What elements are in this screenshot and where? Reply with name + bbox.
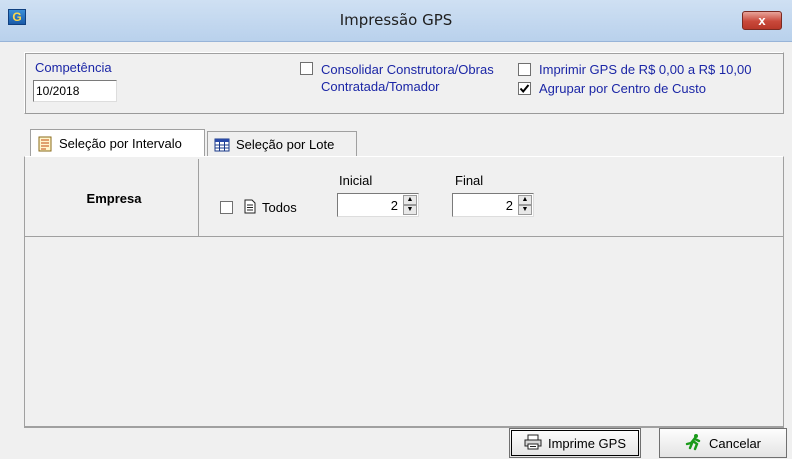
close-button[interactable]: x	[742, 11, 782, 30]
imprime-gps-button[interactable]: Imprime GPS	[509, 428, 641, 458]
final-label: Final	[455, 173, 484, 188]
todos-label: Todos	[262, 200, 297, 215]
spin-up-icon[interactable]: ▲	[518, 195, 532, 205]
agrupar-label: Agrupar por Centro de Custo	[539, 81, 706, 96]
spin-down-icon[interactable]: ▼	[403, 205, 417, 215]
cancelar-button[interactable]: Cancelar	[659, 428, 787, 458]
tab-selecao-lote[interactable]: Seleção por Lote	[207, 131, 357, 157]
spin-up-icon[interactable]: ▲	[403, 195, 417, 205]
tab-label: Seleção por Lote	[236, 136, 335, 152]
tab-selecao-intervalo[interactable]: Seleção por Intervalo	[30, 129, 205, 157]
imprime-gps-label: Imprime GPS	[547, 435, 626, 451]
inicial-spinner[interactable]: 2 ▲ ▼	[337, 193, 419, 217]
empresa-label: Empresa	[30, 159, 199, 237]
final-value: 2	[505, 198, 513, 213]
agrupar-checkbox[interactable]	[518, 82, 531, 95]
consolidar-label-line1: Consolidar Construtora/Obras	[321, 62, 494, 77]
table-grid-icon	[214, 137, 230, 153]
window-title: Impressão GPS	[339, 11, 453, 29]
printer-icon	[524, 434, 542, 453]
competencia-label: Competência	[35, 60, 112, 75]
cancelar-label: Cancelar	[708, 435, 762, 451]
competencia-input[interactable]: 10/2018	[33, 80, 117, 102]
document-list-icon	[37, 136, 53, 152]
imprimir-gps-checkbox[interactable]	[518, 63, 531, 76]
tab-label: Seleção por Intervalo	[59, 135, 182, 151]
checkmark-icon	[519, 84, 530, 94]
final-spinner[interactable]: 2 ▲ ▼	[452, 193, 534, 217]
todos-checkbox[interactable]	[220, 201, 233, 214]
spin-down-icon[interactable]: ▼	[518, 205, 532, 215]
title-bar: G Impressão GPS x	[0, 0, 792, 42]
inicial-value: 2	[390, 198, 398, 213]
document-icon	[244, 199, 256, 217]
inicial-label: Inicial	[339, 173, 373, 188]
imprimir-gps-label: Imprimir GPS de R$ 0,00 a R$ 10,00	[539, 62, 752, 77]
close-icon: x	[758, 13, 766, 28]
consolidar-label-line2: Contratada/Tomador	[321, 79, 440, 94]
consolidar-checkbox[interactable]	[300, 62, 313, 75]
running-man-icon	[685, 433, 703, 454]
